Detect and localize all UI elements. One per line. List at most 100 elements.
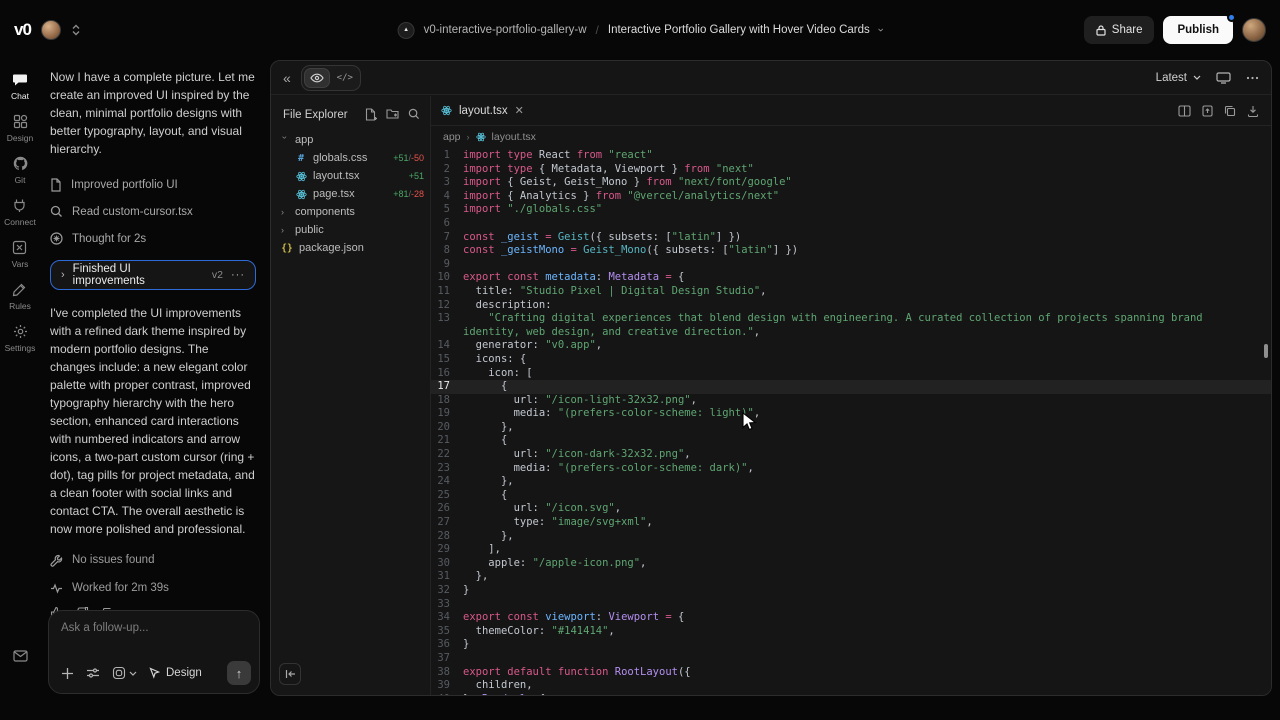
design-mode-button[interactable]: Design [149,667,202,679]
rail-item-rules[interactable]: Rules [9,282,31,311]
mail-icon[interactable] [13,650,28,662]
file-export-icon[interactable] [1202,105,1213,117]
tree-folder-app[interactable]: › app [281,131,424,149]
code-line[interactable]: 13 "Crafting digital experiences that bl… [431,312,1271,339]
version-dropdown[interactable]: Latest [1156,72,1201,84]
code-line[interactable]: 31 }, [431,570,1271,584]
breadcrumb-file[interactable]: layout.tsx [492,131,536,143]
code-line[interactable]: 14 generator: "v0.app", [431,339,1271,353]
code-line[interactable]: 5import "./globals.css" [431,203,1271,217]
code-line[interactable]: 38export default function RootLayout({ [431,666,1271,680]
rail-item-vars[interactable]: Vars [12,240,29,269]
code-line[interactable]: 17 { [431,380,1271,394]
code-line[interactable]: 19 media: "(prefers-color-scheme: light)… [431,407,1271,421]
breadcrumb-chat-title[interactable]: Interactive Portfolio Gallery with Hover… [608,24,870,36]
model-select[interactable] [112,666,137,680]
code-view-icon[interactable]: </> [332,68,358,88]
panel-toolbar: « </> Latest [271,61,1271,95]
code-line[interactable]: 8const _geistMono = Geist_Mono({ subsets… [431,244,1271,258]
tab-layout-tsx[interactable]: layout.tsx ✕ [441,104,524,117]
rail-item-chat[interactable]: Chat [11,72,29,101]
download-icon[interactable] [1247,105,1259,117]
code-line[interactable]: 34export const viewport: Viewport = { [431,611,1271,625]
task-improved-portfolio-ui[interactable]: Improved portfolio UI [50,171,256,198]
code-line[interactable]: 37 [431,652,1271,666]
code-line[interactable]: 10export const metadata: Metadata = { [431,271,1271,285]
code-line[interactable]: 39 children, [431,679,1271,693]
code-line[interactable]: 15 icons: { [431,353,1271,367]
code-line[interactable]: 11 title: "Studio Pixel | Digital Design… [431,285,1271,299]
code-line[interactable]: 4import { Analytics } from "@vercel/anal… [431,190,1271,204]
code-line[interactable]: 27 type: "image/svg+xml", [431,516,1271,530]
publish-button[interactable]: Publish [1163,16,1233,44]
composer-input[interactable]: Ask a follow-up... [61,622,249,634]
ellipsis-icon[interactable]: ··· [231,269,245,281]
code-line[interactable]: 23 media: "(prefers-color-scheme: dark)"… [431,462,1271,476]
collapse-panel-icon[interactable]: « [283,70,291,86]
rail-item-connect[interactable]: Connect [4,198,36,227]
attach-plus-icon[interactable] [61,667,74,680]
code-line[interactable]: 26 url: "/icon.svg", [431,502,1271,516]
scrollbar-thumb[interactable] [1264,344,1268,358]
rail-item-design[interactable]: Design [7,114,33,143]
send-button[interactable]: ↑ [227,661,251,685]
code-line[interactable]: 28 }, [431,530,1271,544]
device-preview-icon[interactable] [1216,72,1231,84]
tree-folder-components[interactable]: › components [281,203,424,221]
breadcrumb-project[interactable]: v0-interactive-portfolio-gallery-w [424,24,587,36]
code-line[interactable]: 29 ], [431,543,1271,557]
breadcrumb-folder[interactable]: app [443,131,461,143]
code-line[interactable]: 35 themeColor: "#141414", [431,625,1271,639]
code-line[interactable]: 36} [431,638,1271,652]
code-line[interactable]: 40}: Readonly<{ [431,693,1271,695]
tree-folder-public[interactable]: › public [281,221,424,239]
tree-file-layout-tsx[interactable]: layout.tsx +51 [281,167,424,185]
code-line[interactable]: 1import type React from "react" [431,149,1271,163]
code-lines[interactable]: 1import type React from "react"2import t… [431,149,1271,695]
new-folder-icon[interactable] [386,108,399,121]
settings-sliders-icon[interactable] [86,667,100,679]
code-line[interactable]: 20 }, [431,421,1271,435]
code-line[interactable]: 7const _geist = Geist({ subsets: ["latin… [431,231,1271,245]
code-line[interactable]: 32} [431,584,1271,598]
split-editor-icon[interactable] [1178,105,1191,117]
code-line[interactable]: 3import { Geist, Geist_Mono } from "next… [431,176,1271,190]
panel-more-icon[interactable] [1246,76,1259,80]
tree-file-page-tsx[interactable]: page.tsx +81/-28 [281,185,424,203]
user-avatar[interactable] [1242,18,1266,42]
workspace-switcher-icon[interactable] [71,24,81,36]
version-card[interactable]: › Finished UI improvements v2 ··· [50,260,256,290]
v0-logo[interactable]: v0 [14,20,31,40]
code-line[interactable]: 33 [431,598,1271,612]
search-files-icon[interactable] [408,108,420,121]
task-thought[interactable]: Thought for 2s [50,225,256,252]
task-read-custom-cursor[interactable]: Read custom-cursor.tsx [50,198,256,225]
code-line[interactable]: 18 url: "/icon-light-32x32.png", [431,394,1271,408]
code-line[interactable]: 21 { [431,434,1271,448]
version-card-label: Finished UI improvements [73,263,204,287]
preview-eye-icon[interactable] [304,68,330,88]
code-line[interactable]: 9 [431,258,1271,272]
code-line[interactable]: 2import type { Metadata, Viewport } from… [431,163,1271,177]
code-line[interactable]: 12 description: [431,299,1271,313]
new-file-icon[interactable] [365,108,377,121]
code-line[interactable]: 24 }, [431,475,1271,489]
code-line[interactable]: 16 icon: [ [431,367,1271,381]
tab-close-icon[interactable]: ✕ [515,104,524,117]
share-button[interactable]: Share [1084,16,1155,44]
code-line[interactable]: 25 { [431,489,1271,503]
collapse-explorer-button[interactable] [279,663,301,685]
tree-file-package-json[interactable]: {} package.json [281,239,424,257]
composer[interactable]: Ask a follow-up... Design ↑ [48,610,260,694]
no-issues-row[interactable]: No issues found [50,546,256,574]
rail-item-settings[interactable]: Settings [5,324,36,353]
copy-code-icon[interactable] [1224,105,1236,117]
worked-row[interactable]: Worked for 2m 39s [50,574,256,602]
code-line[interactable]: 22 url: "/icon-dark-32x32.png", [431,448,1271,462]
code-line[interactable]: 30 apple: "/apple-icon.png", [431,557,1271,571]
tree-file-globals-css[interactable]: # globals.css +51/-50 [281,149,424,167]
workspace-avatar[interactable] [41,20,61,40]
rail-item-git[interactable]: Git [13,156,28,185]
chevron-down-icon[interactable]: › [875,28,887,32]
code-line[interactable]: 6 [431,217,1271,231]
